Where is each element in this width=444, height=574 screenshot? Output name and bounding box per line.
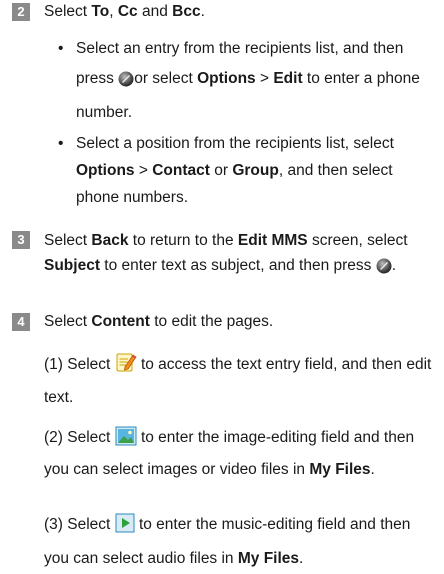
music-play-icon [115,513,135,544]
step-number: 4 [12,313,30,331]
paragraph: (1) Select to access the text entry fiel… [44,350,432,412]
step-number: 3 [12,231,30,249]
image-icon [115,426,137,456]
text-edit-icon [115,351,137,383]
joystick-key-icon [376,257,392,282]
paragraph: (2) Select to enter the image-editing fi… [44,424,432,484]
step-number: 2 [12,3,30,21]
step-text: Select To, Cc and Bcc. [44,3,205,20]
paragraph: (3) Select to enter the music-editing fi… [44,510,432,574]
joystick-key-icon [118,68,134,98]
step-text: Select Content to edit the pages. [44,313,274,330]
step-text: Select Back to return to the Edit MMS sc… [44,228,432,282]
